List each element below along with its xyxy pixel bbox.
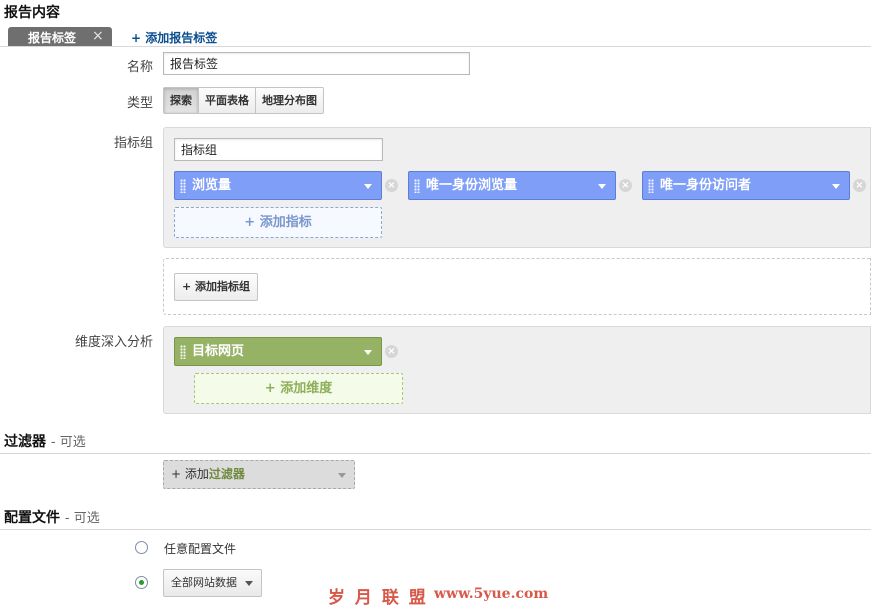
chevron-down-icon[interactable] — [364, 184, 372, 189]
drag-handle-icon[interactable] — [180, 345, 186, 359]
add-dimension-button[interactable]: + 添加维度 — [194, 373, 403, 404]
type-option-map-overlay[interactable]: 地理分布图 — [255, 88, 323, 113]
report-tab[interactable]: 报告标签 × — [8, 27, 112, 46]
metric-group-label: 指标组 — [113, 136, 153, 151]
chevron-down-icon — [338, 473, 346, 478]
tab-divider — [0, 46, 871, 47]
metric-chip-label: 唯一身份浏览量 — [426, 178, 518, 193]
remove-metric-icon[interactable]: × — [385, 179, 398, 192]
watermark-logo: 岁 月 联 盟 — [328, 588, 428, 608]
filters-title-text: 过滤器 — [4, 434, 46, 450]
drag-handle-icon[interactable] — [180, 179, 186, 193]
dimension-drilldown-label: 维度深入分析 — [74, 335, 153, 350]
type-selector: 探索 平面表格 地理分布图 — [163, 87, 324, 114]
chevron-down-icon[interactable] — [364, 350, 372, 355]
profiles-title-text: 配置文件 — [4, 510, 60, 526]
type-option-explorer[interactable]: 探索 — [164, 88, 198, 113]
drag-handle-icon[interactable] — [648, 179, 654, 193]
dimension-chip-label: 目标网页 — [192, 344, 245, 359]
add-filter-emphasis: 过滤器 — [208, 467, 245, 481]
drag-handle-icon[interactable] — [414, 179, 420, 193]
dimension-chip-landing-page[interactable]: 目标网页 — [174, 337, 382, 366]
report-content-title: 报告内容 — [4, 5, 60, 21]
selected-profile-radio[interactable] — [135, 576, 148, 589]
metric-chip-unique-pageviews[interactable]: 唯一身份浏览量 — [408, 171, 616, 200]
close-icon[interactable]: × — [92, 28, 104, 44]
profile-select-value: 全部网站数据 — [171, 576, 237, 589]
any-profile-label: 任意配置文件 — [164, 542, 237, 556]
add-metric-button[interactable]: + 添加指标 — [174, 207, 382, 238]
add-filter-dropdown[interactable]: + 添加过滤器 — [163, 460, 355, 489]
chevron-down-icon[interactable] — [832, 184, 840, 189]
remove-metric-icon[interactable]: × — [619, 179, 632, 192]
chevron-down-icon — [245, 581, 253, 586]
any-profile-radio[interactable] — [135, 541, 148, 554]
profiles-optional-text: - 可选 — [64, 511, 100, 526]
profiles-divider — [0, 529, 871, 530]
profiles-title: 配置文件 - 可选 — [4, 507, 100, 527]
metric-chip-label: 浏览量 — [192, 178, 232, 193]
metric-group-name-input[interactable] — [174, 138, 383, 161]
report-tab-label: 报告标签 — [28, 31, 77, 45]
add-report-tab-link[interactable]: + 添加报告标签 — [131, 29, 217, 46]
chevron-down-icon[interactable] — [598, 184, 606, 189]
remove-metric-icon[interactable]: × — [853, 179, 866, 192]
metric-chip-unique-visitors[interactable]: 唯一身份访问者 — [642, 171, 850, 200]
remove-dimension-icon[interactable]: × — [385, 345, 398, 358]
name-label: 名称 — [126, 60, 153, 75]
report-name-input[interactable] — [163, 52, 470, 75]
add-metric-group-area — [163, 258, 871, 315]
filters-divider — [0, 453, 871, 454]
type-label: 类型 — [126, 96, 153, 111]
watermark-url: www.5yue.com — [434, 586, 549, 602]
add-filter-prefix: + 添加 — [171, 467, 209, 481]
type-option-flat-table[interactable]: 平面表格 — [198, 88, 255, 113]
add-metric-group-button[interactable]: + 添加指标组 — [174, 273, 259, 301]
filters-title: 过滤器 - 可选 — [4, 431, 86, 451]
profile-select[interactable]: 全部网站数据 — [163, 569, 262, 597]
metric-chip-label: 唯一身份访问者 — [660, 178, 752, 193]
metric-chip-pageviews[interactable]: 浏览量 — [174, 171, 382, 200]
filters-optional-text: - 可选 — [50, 435, 86, 450]
